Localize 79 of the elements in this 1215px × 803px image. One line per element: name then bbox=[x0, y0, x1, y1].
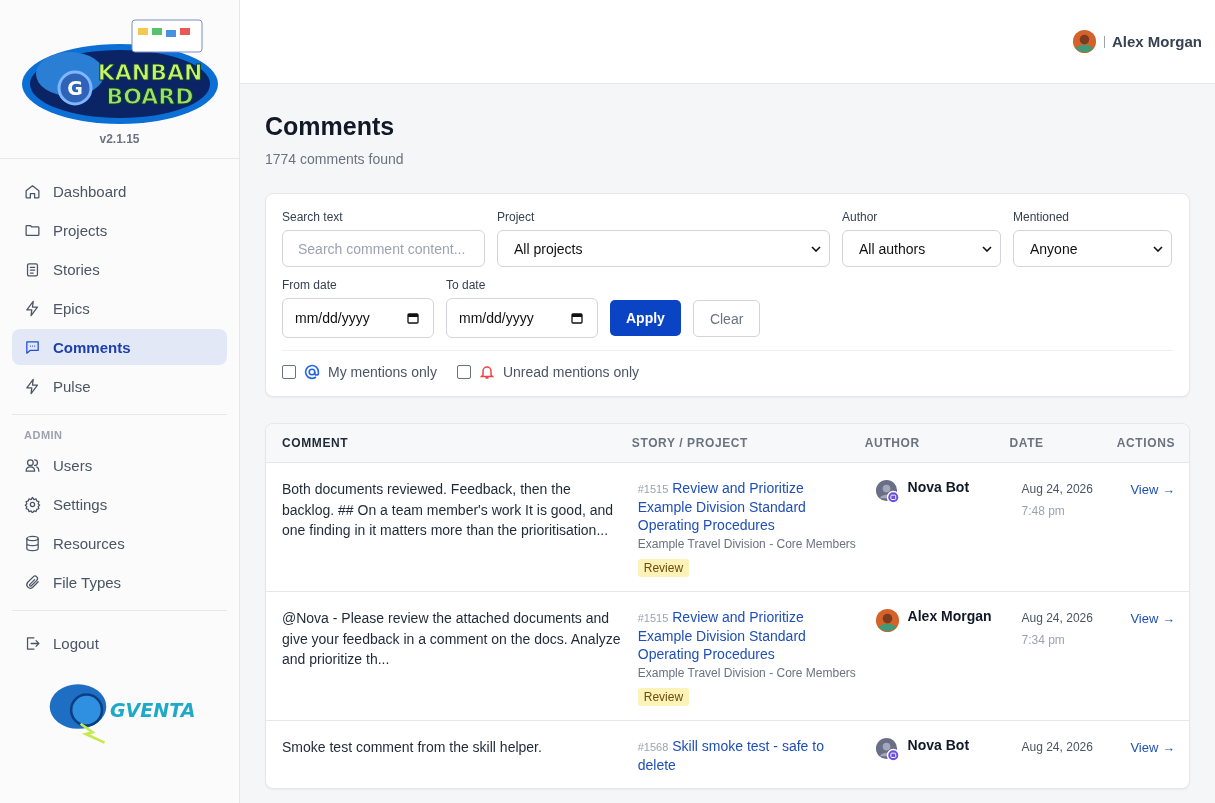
field-label: From date bbox=[282, 278, 338, 292]
nav-item[interactable]: File Types bbox=[12, 564, 227, 600]
lightning-icon bbox=[24, 299, 41, 317]
comment-text: Both documents reviewed. Feedback, then the backlog. ## On a team member's work It is good, and one finding in it matters more than the prioritisation... bbox=[282, 480, 615, 540]
story-link[interactable]: #1515 Review and Prioritize Example Division Standard Operating Procedures bbox=[637, 608, 859, 663]
comment-date: Aug 24, 2026 bbox=[1021, 482, 1094, 496]
database-icon bbox=[24, 534, 41, 552]
column-header: STORY / PROJECT bbox=[631, 436, 749, 450]
home-icon bbox=[24, 182, 41, 200]
calendar-icon bbox=[571, 312, 583, 324]
clear-button[interactable]: Clear bbox=[692, 300, 761, 337]
story-link[interactable]: #1515 Review and Prioritize Example Division Standard Operating Procedures bbox=[637, 479, 859, 534]
date-field[interactable]: mm/dd/yyyy bbox=[282, 298, 434, 338]
search-field[interactable]: Search comment content... bbox=[282, 230, 485, 267]
author-dropdown[interactable]: All authors bbox=[842, 230, 1001, 267]
result-count: 1774 comments found bbox=[265, 151, 405, 167]
page-title: Comments bbox=[265, 112, 396, 141]
column-header: AUTHOR bbox=[863, 436, 921, 450]
nav-item[interactable]: Comments bbox=[12, 329, 227, 365]
view-link[interactable]: View → bbox=[1130, 482, 1175, 497]
version-label: v2.1.15 bbox=[99, 132, 140, 146]
mentioned-dropdown[interactable]: Anyone bbox=[1013, 230, 1172, 267]
column-header: ACTIONS bbox=[1115, 436, 1176, 450]
field-label: Project bbox=[497, 210, 536, 224]
chevron-down-icon bbox=[811, 245, 821, 252]
author-name: Nova Bot bbox=[907, 479, 970, 495]
comment-time: 7:34 pm bbox=[1021, 633, 1066, 647]
project-name: Example Travel Division - Core Members bbox=[637, 665, 857, 682]
user-name[interactable]: Alex Morgan bbox=[1112, 33, 1202, 50]
paperclip-icon bbox=[24, 573, 41, 591]
field-label: Author bbox=[842, 210, 879, 224]
column-header: COMMENT bbox=[281, 436, 350, 450]
author-name: Nova Bot bbox=[907, 737, 970, 753]
checkbox[interactable] bbox=[282, 365, 296, 379]
comment-date: Aug 24, 2026 bbox=[1021, 611, 1094, 625]
project-dropdown[interactable]: All projects bbox=[497, 230, 830, 267]
chevron-down-icon bbox=[982, 245, 992, 252]
nav-item[interactable]: Stories bbox=[12, 251, 227, 287]
lightning-icon bbox=[24, 377, 41, 395]
users-icon bbox=[24, 456, 41, 474]
bell-icon bbox=[478, 364, 495, 380]
field-label: Mentioned bbox=[1013, 210, 1071, 224]
apply-button[interactable]: Apply bbox=[610, 300, 681, 336]
author-name: Alex Morgan bbox=[907, 608, 992, 624]
view-link[interactable]: View → bbox=[1130, 611, 1175, 626]
nav-item[interactable]: Projects bbox=[12, 212, 227, 248]
nav-item[interactable]: Pulse bbox=[12, 368, 227, 404]
logout-link[interactable]: Logout bbox=[12, 625, 227, 661]
nav-item[interactable]: Epics bbox=[12, 290, 227, 326]
comment-text: @Nova - Please review the attached documents and give your feedback in a comment on the docs. Analyze and prioritize th... bbox=[282, 609, 622, 669]
chevron-down-icon bbox=[1153, 245, 1163, 252]
nav-item[interactable]: Resources bbox=[12, 525, 227, 561]
comment-text: Smoke test comment from the skill helper. bbox=[282, 738, 543, 757]
nav-item[interactable]: Dashboard bbox=[12, 173, 227, 209]
user-avatar-icon bbox=[1072, 29, 1097, 54]
brand-name: GVENTA bbox=[110, 699, 196, 721]
logout-icon bbox=[24, 634, 41, 652]
section-heading: ADMIN bbox=[23, 428, 64, 441]
comment-time: 7:48 pm bbox=[1021, 504, 1066, 518]
field-label: To date bbox=[446, 278, 487, 292]
field-label: Search text bbox=[282, 210, 344, 224]
story-link[interactable]: #1568 Skill smoke test - safe to delete bbox=[637, 737, 859, 774]
checkbox-label: My mentions only bbox=[328, 364, 437, 380]
project-name: Example Travel Division - Core Members bbox=[637, 536, 857, 553]
status-tag: Review bbox=[637, 688, 690, 706]
settings-icon bbox=[24, 495, 41, 513]
calendar-icon bbox=[407, 312, 419, 324]
column-header: DATE bbox=[1008, 436, 1045, 450]
nav-item[interactable]: Users bbox=[12, 447, 227, 483]
nav-item[interactable]: Settings bbox=[12, 486, 227, 522]
clipboard-icon bbox=[24, 260, 41, 278]
at-sign-icon bbox=[304, 364, 320, 380]
status-tag: Review bbox=[637, 559, 690, 577]
comment-date: Aug 24, 2026 bbox=[1021, 740, 1094, 754]
chat-icon bbox=[24, 338, 41, 356]
checkbox-label: Unread mentions only bbox=[502, 364, 640, 380]
checkbox[interactable] bbox=[456, 365, 471, 379]
date-field[interactable]: mm/dd/yyyy bbox=[446, 298, 598, 338]
view-link[interactable]: View → bbox=[1130, 740, 1175, 755]
